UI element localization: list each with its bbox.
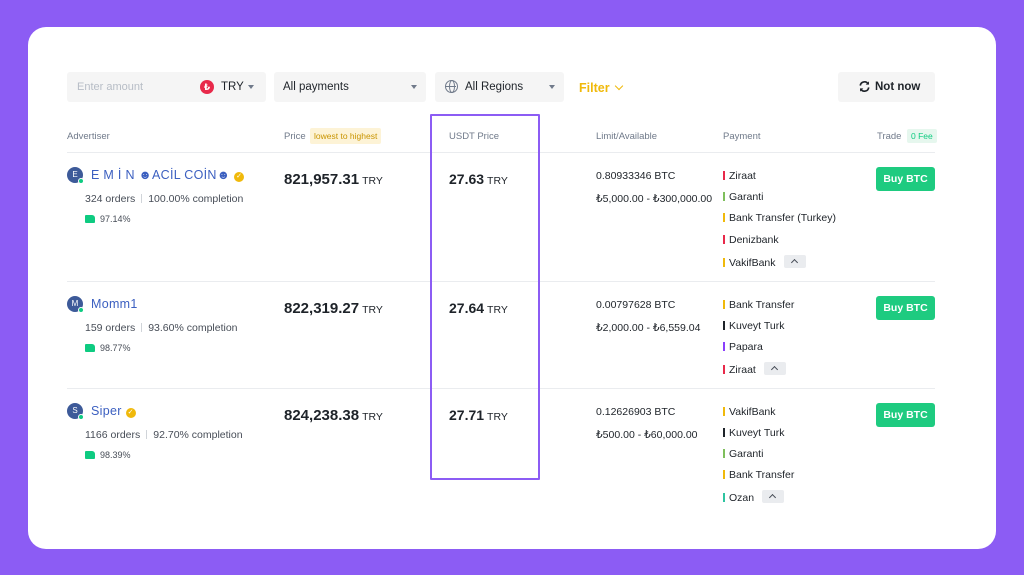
payment-method: Papara [723, 341, 763, 353]
chevron-down-icon [549, 85, 555, 89]
filter-button[interactable]: Filter [579, 81, 610, 95]
lira-coin-icon: ₺ [200, 80, 214, 94]
available-amount: 0.12626903 BTC [596, 406, 676, 418]
buy-btc-button[interactable]: Buy BTC [876, 296, 935, 320]
chevron-down-icon [411, 85, 417, 89]
payment-method: VakifBank [723, 255, 806, 269]
payment-method: Kuveyt Turk [723, 427, 784, 439]
not-now-label: Not now [875, 81, 921, 93]
header-advertiser: Advertiser [67, 131, 110, 142]
verified-icon: ✓ [125, 408, 136, 418]
amount-input[interactable] [67, 72, 192, 102]
avatar[interactable]: M [67, 296, 84, 313]
regions-select-label: All Regions [465, 81, 524, 93]
rating: 98.39% [85, 450, 131, 460]
globe-icon [445, 80, 458, 93]
online-dot [78, 414, 84, 420]
p2p-card: ₺ TRY All payments All Regions Filter No… [28, 27, 996, 549]
advertiser-name[interactable]: E M İ N ☻ACİL COİN☻ ✓ [91, 168, 245, 182]
payment-method: Ozan [723, 490, 785, 504]
fee-badge: 0 Fee [907, 129, 937, 143]
limit-range: ₺2,000.00 - ₺6,559.04 [596, 322, 701, 334]
rating: 97.14% [85, 214, 131, 224]
thumbs-up-icon [85, 215, 95, 223]
buy-btc-button[interactable]: Buy BTC [876, 403, 935, 427]
header-trade: Trade [877, 131, 902, 142]
available-amount: 0.00797628 BTC [596, 299, 676, 311]
advertiser-name[interactable]: Siper ✓ [91, 404, 136, 418]
payment-method: Bank Transfer (Turkey) [723, 212, 836, 224]
not-now-button[interactable]: Not now [838, 72, 935, 102]
chevron-down-icon[interactable] [614, 81, 624, 91]
payment-method: VakifBank [723, 406, 776, 418]
limit-range: ₺500.00 - ₺60,000.00 [596, 429, 698, 441]
payment-method: Kuveyt Turk [723, 320, 784, 332]
sort-badge[interactable]: lowest to highest [310, 128, 382, 144]
collapse-payments-button[interactable] [763, 362, 786, 375]
payment-method: Denizbank [723, 234, 779, 246]
advertiser-name[interactable]: Momm1 [91, 297, 138, 311]
collapse-payments-button[interactable] [762, 490, 785, 503]
avatar[interactable]: E [67, 167, 84, 184]
available-amount: 0.80933346 BTC [596, 170, 676, 182]
currency-label[interactable]: TRY [221, 81, 244, 93]
payment-method: Ziraat [723, 170, 756, 182]
thumbs-up-icon [85, 451, 95, 459]
price-value: 822,319.27 TRY [284, 300, 383, 317]
payment-method: Garanti [723, 448, 763, 460]
avatar[interactable]: S [67, 403, 84, 420]
regions-select[interactable]: All Regions [435, 72, 564, 102]
orders-info: 1166 orders 92.70% completion [85, 429, 243, 441]
collapse-payments-button[interactable] [783, 255, 806, 268]
header-limit: Limit/Available [596, 131, 658, 142]
price-value: 821,957.31 TRY [284, 171, 383, 188]
payments-select-label: All payments [283, 81, 349, 93]
rating: 98.77% [85, 343, 131, 353]
payment-method: Bank Transfer [723, 299, 794, 311]
payments-select[interactable]: All payments [274, 72, 426, 102]
amount-field[interactable]: ₺ TRY [67, 72, 266, 102]
refresh-icon [859, 81, 870, 92]
payment-method: Ziraat [723, 362, 786, 376]
online-dot [78, 178, 84, 184]
limit-range: ₺5,000.00 - ₺300,000.00 [596, 193, 713, 205]
thumbs-up-icon [85, 344, 95, 352]
verified-icon: ✓ [234, 172, 245, 182]
header-price: Price [284, 131, 306, 142]
payment-method: Bank Transfer [723, 469, 794, 481]
price-value: 824,238.38 TRY [284, 407, 383, 424]
usdt-price-highlight-box [430, 114, 540, 480]
chevron-down-icon[interactable] [248, 85, 254, 89]
header-payment: Payment [723, 131, 761, 142]
online-dot [78, 307, 84, 313]
orders-info: 159 orders 93.60% completion [85, 322, 238, 334]
buy-btc-button[interactable]: Buy BTC [876, 167, 935, 191]
payment-method: Garanti [723, 191, 763, 203]
orders-info: 324 orders 100.00% completion [85, 193, 244, 205]
